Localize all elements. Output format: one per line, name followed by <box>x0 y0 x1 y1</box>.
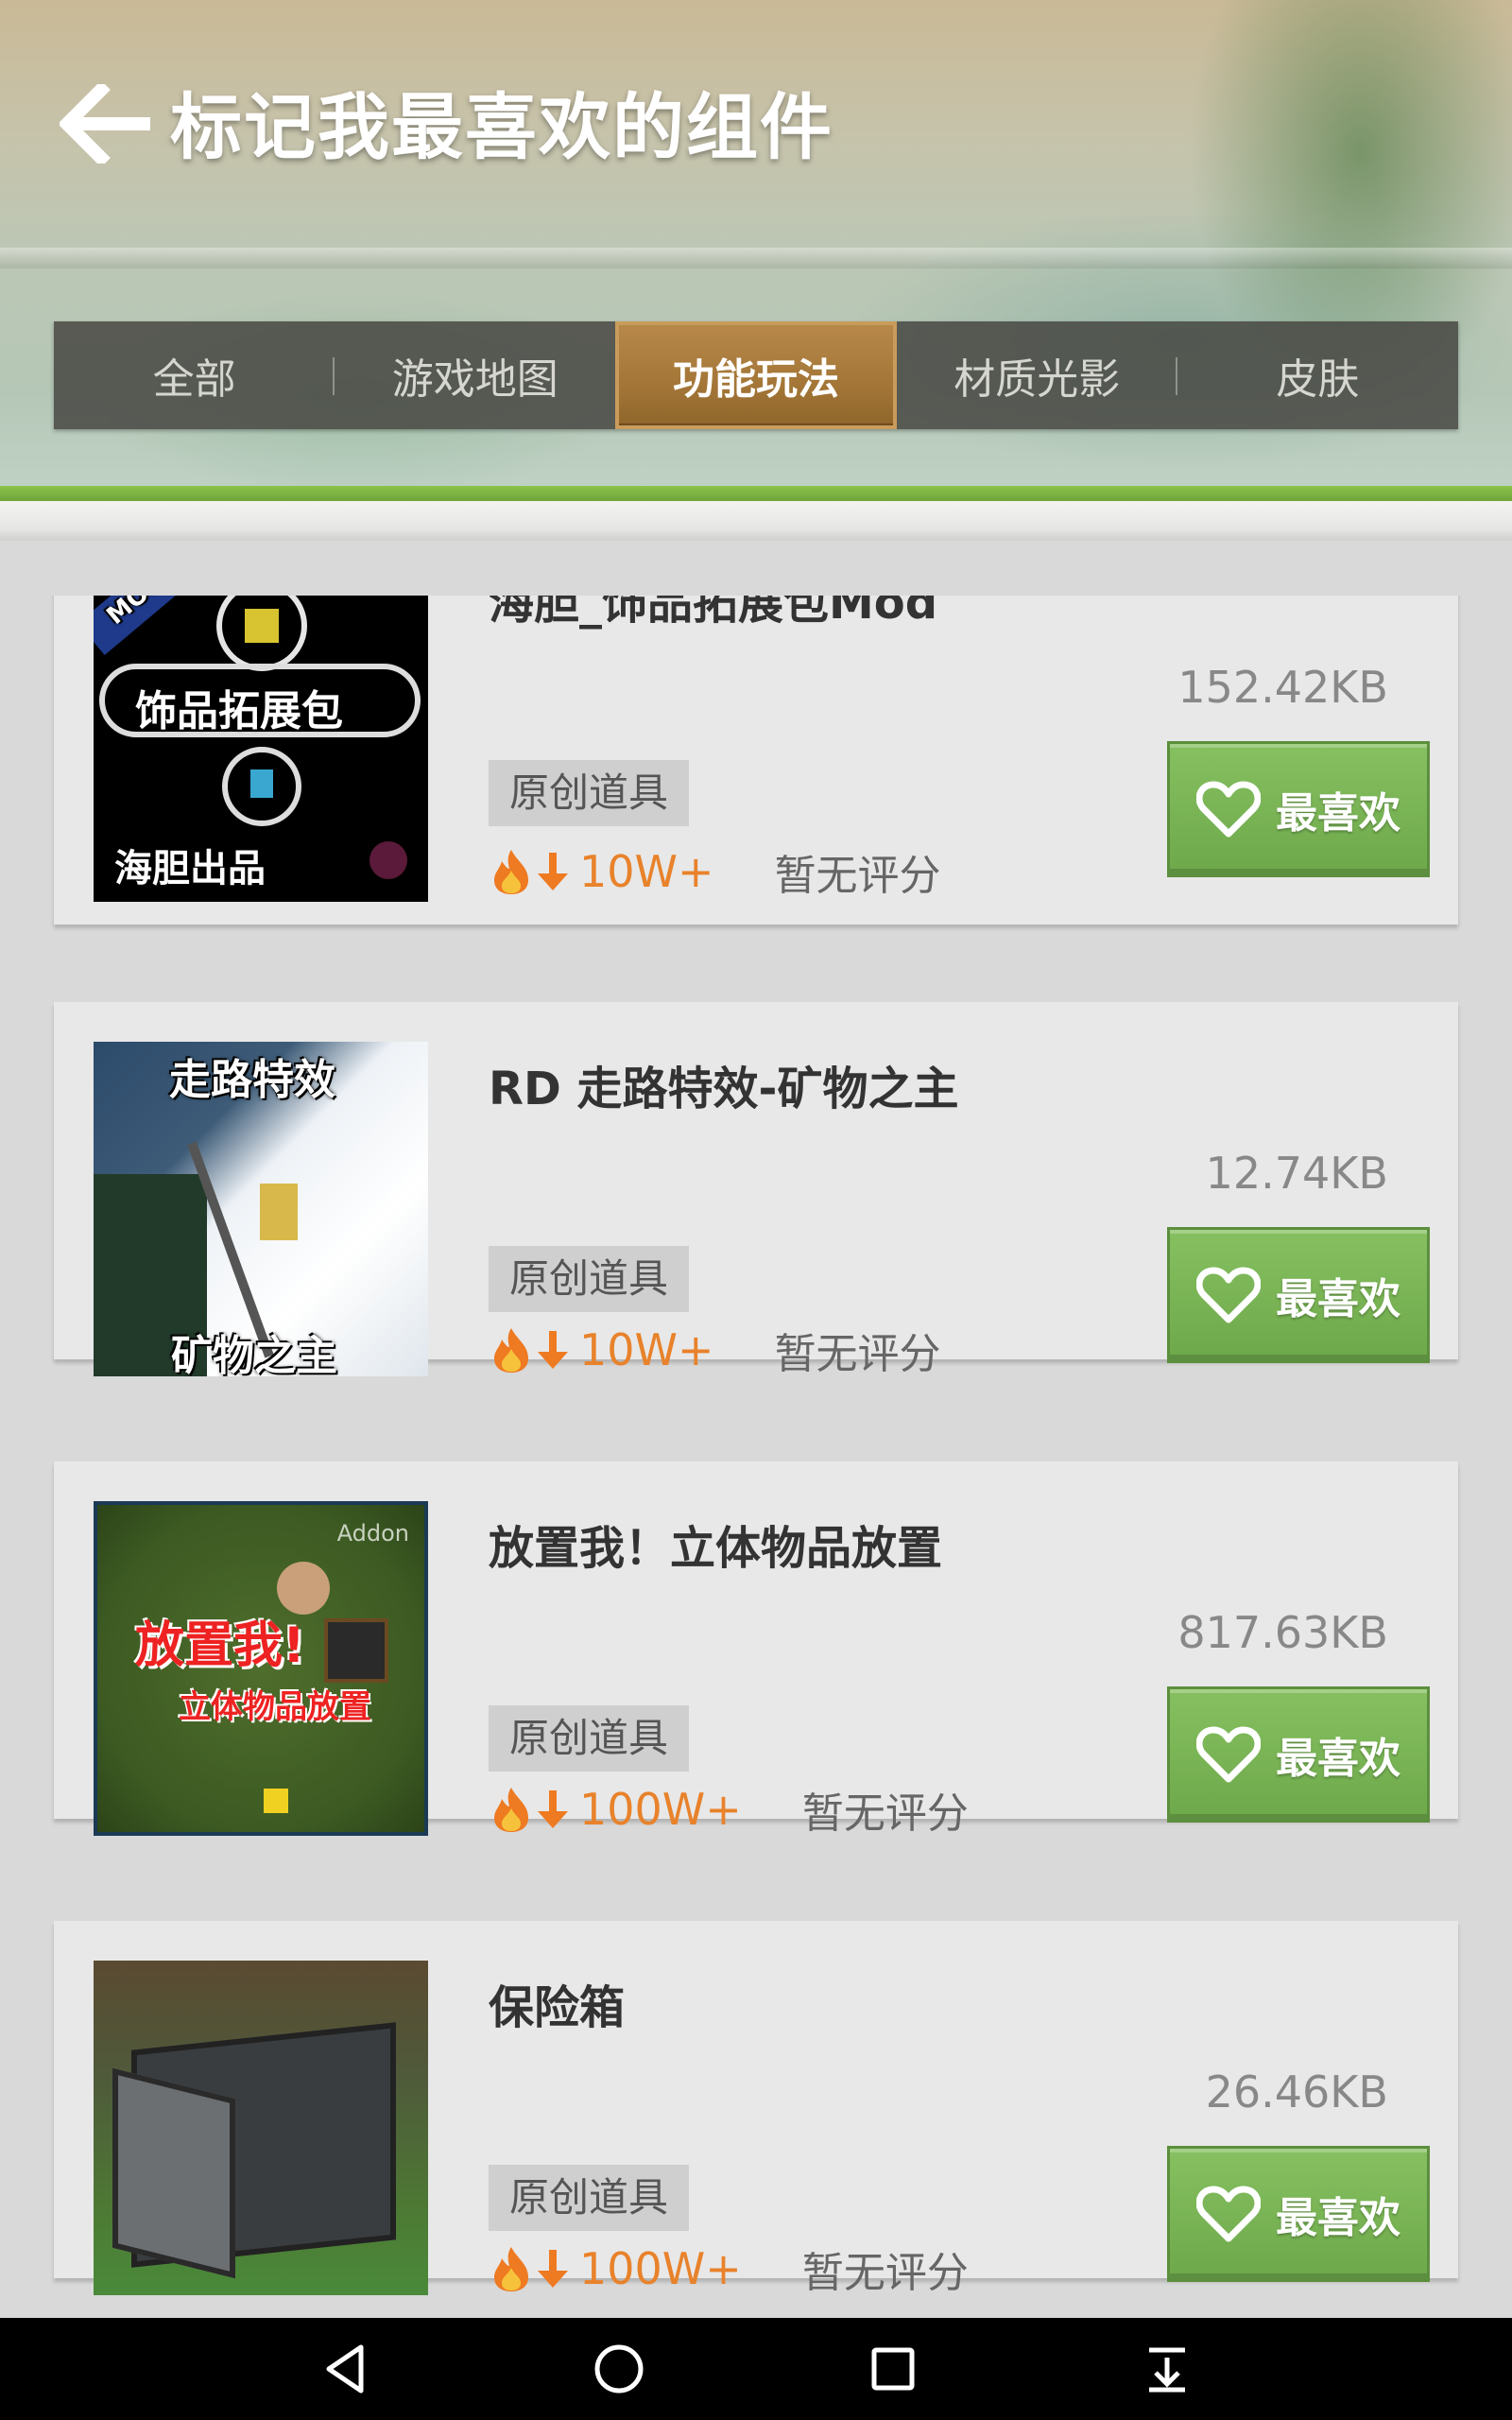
download-arrow-icon <box>538 1331 568 1369</box>
download-count: 10W+ <box>579 846 714 897</box>
item-size: 12.74KB <box>1205 1148 1388 1199</box>
page-title: 标记我最喜欢的组件 <box>170 85 833 169</box>
thumb-text: 放置我! <box>135 1617 305 1674</box>
favorites-list[interactable]: MOD 饰品拓展包 海胆出品 海胆_饰品拓展包Mod 152.42KB 原创道具… <box>0 596 1512 2318</box>
item-title: 海胆_饰品拓展包Mod <box>489 596 938 630</box>
category-tabs: 全部 游戏地图 功能玩法 材质光影 皮肤 <box>54 321 1458 429</box>
thumb-text: 走路特效 <box>169 1056 335 1104</box>
fire-icon <box>494 850 528 894</box>
sea-urchin-icon <box>369 841 407 879</box>
item-stats: 10W+ 暂无评分 <box>489 841 941 902</box>
list-item[interactable]: 走路特效 矿物之主 RD 走路特效-矿物之主 12.74KB 原创道具 10W+… <box>54 1002 1458 1378</box>
favorite-button[interactable]: 最喜欢 <box>1167 741 1430 877</box>
list-top-shadow <box>0 501 1512 541</box>
list-item[interactable]: 保险箱 26.46KB 原创道具 100W+ 暂无评分 最喜欢 <box>54 1921 1458 2297</box>
item-thumbnail <box>94 1961 428 2295</box>
flower-icon <box>264 1789 288 1813</box>
notification-pulldown-icon <box>1149 2347 1185 2393</box>
item-stats: 100W+ 暂无评分 <box>489 1779 969 1840</box>
recents-square-icon <box>871 2347 915 2391</box>
thumb-text: 海胆出品 <box>114 847 266 890</box>
system-navigation-bar <box>0 2318 1512 2420</box>
green-accent-bar <box>0 486 1512 501</box>
item-title: RD 走路特效-矿物之主 <box>489 1063 959 1115</box>
favorite-label: 最喜欢 <box>1276 1735 1400 1783</box>
heart-icon <box>1196 1267 1261 1323</box>
category-tag: 原创道具 <box>489 1705 690 1772</box>
header-divider <box>0 248 1512 268</box>
favorite-button[interactable]: 最喜欢 <box>1167 1227 1430 1363</box>
rating-text: 暂无评分 <box>774 852 941 900</box>
favorite-label: 最喜欢 <box>1276 2194 1400 2242</box>
favorite-button[interactable]: 最喜欢 <box>1167 2146 1430 2282</box>
fire-icon <box>494 1788 528 1832</box>
tab-label: 功能玩法 <box>673 355 839 404</box>
nav-home-button[interactable] <box>581 2331 657 2407</box>
download-count: 100W+ <box>579 2243 742 2294</box>
tab-label: 游戏地图 <box>391 355 558 404</box>
thumb-text: 矿物之主 <box>171 1332 337 1376</box>
download-arrow-icon <box>538 1790 568 1828</box>
player-figure <box>260 1184 298 1240</box>
home-circle-icon <box>594 2344 644 2394</box>
heart-icon <box>1196 2186 1261 2242</box>
list-item[interactable]: MOD 饰品拓展包 海胆出品 海胆_饰品拓展包Mod 152.42KB 原创道具… <box>54 596 1458 925</box>
tab-label: 材质光影 <box>954 355 1121 404</box>
fire-icon <box>494 1328 528 1373</box>
crystal-icon <box>250 769 273 798</box>
fire-icon <box>494 2247 528 2291</box>
download-count: 10W+ <box>579 1324 714 1375</box>
tab-label: 皮肤 <box>1276 355 1360 404</box>
tab-label: 全部 <box>152 355 236 404</box>
tab-textures-shaders[interactable]: 材质光影 <box>897 321 1177 429</box>
tab-all[interactable]: 全部 <box>54 321 335 429</box>
favorite-label: 最喜欢 <box>1276 1275 1400 1323</box>
item-thumbnail: Addon 放置我! 立体物品放置 <box>94 1501 428 1836</box>
item-size: 26.46KB <box>1205 2066 1388 2118</box>
list-item[interactable]: Addon 放置我! 立体物品放置 放置我！立体物品放置 817.63KB 原创… <box>54 1461 1458 1838</box>
nav-recents-button[interactable] <box>855 2331 931 2407</box>
back-button[interactable] <box>55 81 159 166</box>
thumb-text: 立体物品放置 <box>179 1688 371 1726</box>
favorite-button[interactable]: 最喜欢 <box>1167 1686 1430 1823</box>
item-thumbnail: MOD 饰品拓展包 海胆出品 <box>94 596 428 902</box>
arrow-left-icon <box>60 84 150 164</box>
item-block-icon <box>324 1618 388 1683</box>
back-triangle-icon <box>326 2344 364 2394</box>
tab-game-maps[interactable]: 游戏地图 <box>335 321 615 429</box>
rating-text: 暂无评分 <box>801 1789 969 1838</box>
download-arrow-icon <box>538 853 568 890</box>
tab-skins[interactable]: 皮肤 <box>1177 321 1458 429</box>
item-stats: 10W+ 暂无评分 <box>489 1320 941 1380</box>
favorite-label: 最喜欢 <box>1276 789 1400 838</box>
category-tag: 原创道具 <box>489 2165 690 2231</box>
category-tag: 原创道具 <box>489 1246 690 1312</box>
thumb-text: 饰品拓展包 <box>135 687 343 735</box>
nav-back-button[interactable] <box>307 2331 383 2407</box>
thumb-text: Addon <box>336 1520 409 1547</box>
item-title: 保险箱 <box>489 1981 626 2034</box>
gem-icon <box>245 609 279 643</box>
rating-text: 暂无评分 <box>801 2249 969 2297</box>
tab-gameplay[interactable]: 功能玩法 <box>615 321 897 429</box>
nav-notification-button[interactable] <box>1129 2331 1205 2407</box>
item-stats: 100W+ 暂无评分 <box>489 2238 969 2299</box>
item-size: 817.63KB <box>1177 1607 1388 1658</box>
heart-icon <box>1196 781 1261 838</box>
header-banner: 标记我最喜欢的组件 全部 游戏地图 功能玩法 材质光影 皮肤 <box>0 0 1512 492</box>
safe-door <box>112 2067 235 2279</box>
item-thumbnail: 走路特效 矿物之主 <box>94 1042 428 1376</box>
download-count: 100W+ <box>579 1784 742 1835</box>
item-title: 放置我！立体物品放置 <box>489 1522 943 1575</box>
rating-text: 暂无评分 <box>774 1330 941 1378</box>
item-size: 152.42KB <box>1177 662 1388 713</box>
heart-icon <box>1196 1726 1261 1783</box>
download-arrow-icon <box>538 2250 568 2288</box>
category-tag: 原创道具 <box>489 760 690 826</box>
